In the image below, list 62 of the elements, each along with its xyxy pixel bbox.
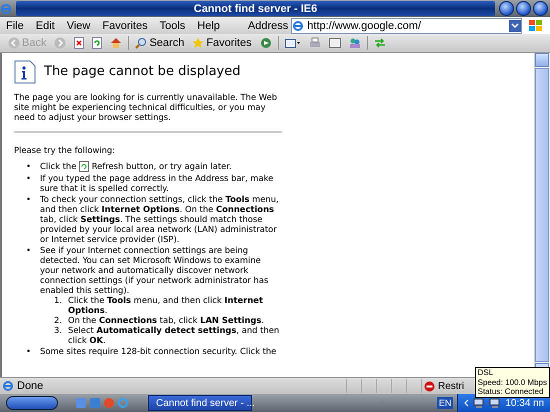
menu-item[interactable]: Help (191, 20, 226, 32)
close-button[interactable] (533, 1, 548, 16)
suggestion-text: Some sites require 128-bit connection security. Click the (40, 346, 276, 356)
suggestion-text: Refresh button, or try again later. (92, 161, 232, 171)
step-number: 2. (54, 315, 62, 326)
suggestion-text: Click the (40, 161, 76, 171)
window-title: Cannot find server - IE6 (194, 2, 318, 14)
tooltip-line: Status: Connected (478, 387, 544, 396)
bullet: • (26, 194, 32, 206)
bullet: • (26, 173, 32, 186)
tooltip-line: Speed: 100.0 Mbps (478, 378, 547, 387)
error-heading: The page cannot be displayed (44, 67, 240, 77)
address-field[interactable]: http://www.google.com/ (307, 20, 506, 32)
menu-item[interactable]: Tools (154, 20, 192, 32)
step-text: On the Connections tab, click LAN Settings. (68, 315, 264, 326)
favorites-button[interactable]: Favorites (190, 37, 254, 49)
tooltip-line: DSL (478, 368, 494, 378)
windows-flag-logo (522, 17, 550, 34)
dropdown-icon[interactable] (508, 20, 521, 32)
address-bar[interactable]: http://www.google.com/ (291, 18, 522, 34)
clock: 10:34 пп (505, 398, 544, 408)
step-text: Select Automatically detect settings, and then click OK. (68, 325, 280, 346)
network-computer-icon (473, 398, 486, 408)
status-text: Done (17, 380, 44, 392)
refresh-icon (79, 161, 90, 172)
taskbar-button[interactable]: Cannot find server - ... (148, 395, 252, 411)
network-computer-icon (489, 398, 502, 408)
bullet: • (26, 161, 32, 172)
restricted-icon (424, 380, 435, 392)
start-button[interactable] (6, 396, 58, 410)
scrollbar-thumb[interactable] (535, 68, 549, 362)
menu-item[interactable]: Edit (30, 20, 61, 32)
edit-button[interactable] (326, 37, 343, 49)
suggestion-text: To check your connection settings, click the Tools menu, and then click Internet Options. On the Connections tab, click Settings. The settings should match those provided by your local area network (LAN) administrator or Internet service provider (ISP). (40, 194, 279, 244)
minimize-button[interactable] (499, 1, 514, 16)
ie-logo-icon (2, 380, 14, 392)
error-description: The page you are looking for is currently unavailable. The Web site might be experiencing technical difficulties, or you may need to adjust your browser settings. (14, 92, 278, 122)
bullet: • (26, 346, 32, 356)
refresh-button[interactable] (90, 37, 104, 49)
zone-text: Restri (438, 380, 464, 392)
step-text: Click the Tools menu, and then click Internet Options. (68, 295, 264, 316)
menu-item[interactable]: View (60, 20, 96, 32)
ie-logo-icon (292, 20, 304, 32)
suggestions-heading: Please try the following: (14, 145, 116, 155)
step-number: 3. (54, 325, 62, 338)
star-icon (192, 37, 204, 49)
menu-item[interactable]: Favorites (96, 20, 154, 32)
step-number: 1. (54, 295, 62, 308)
bullet: • (26, 245, 32, 258)
mail-button[interactable] (282, 37, 303, 49)
stop-button[interactable] (72, 37, 86, 49)
scroll-up-button[interactable] (535, 53, 549, 67)
address-label: Address (248, 20, 288, 32)
maximize-button[interactable] (516, 1, 531, 16)
search-icon (135, 37, 148, 49)
ie-logo-icon (0, 2, 12, 14)
menu-item[interactable]: File (0, 20, 30, 32)
info-icon (14, 60, 36, 84)
suggestion-text: If you typed the page address in the Address bar, make sure that it is spelled correctly. (40, 173, 274, 194)
suggestion-text: See if your Internet connection settings are being detected. You can set Microsoft Windows to examine your network and automatically discover network connection settings (if your network administrator has enabled this setting). (40, 245, 268, 296)
search-button[interactable]: Search (133, 37, 186, 49)
language-indicator[interactable]: EN (436, 397, 454, 409)
